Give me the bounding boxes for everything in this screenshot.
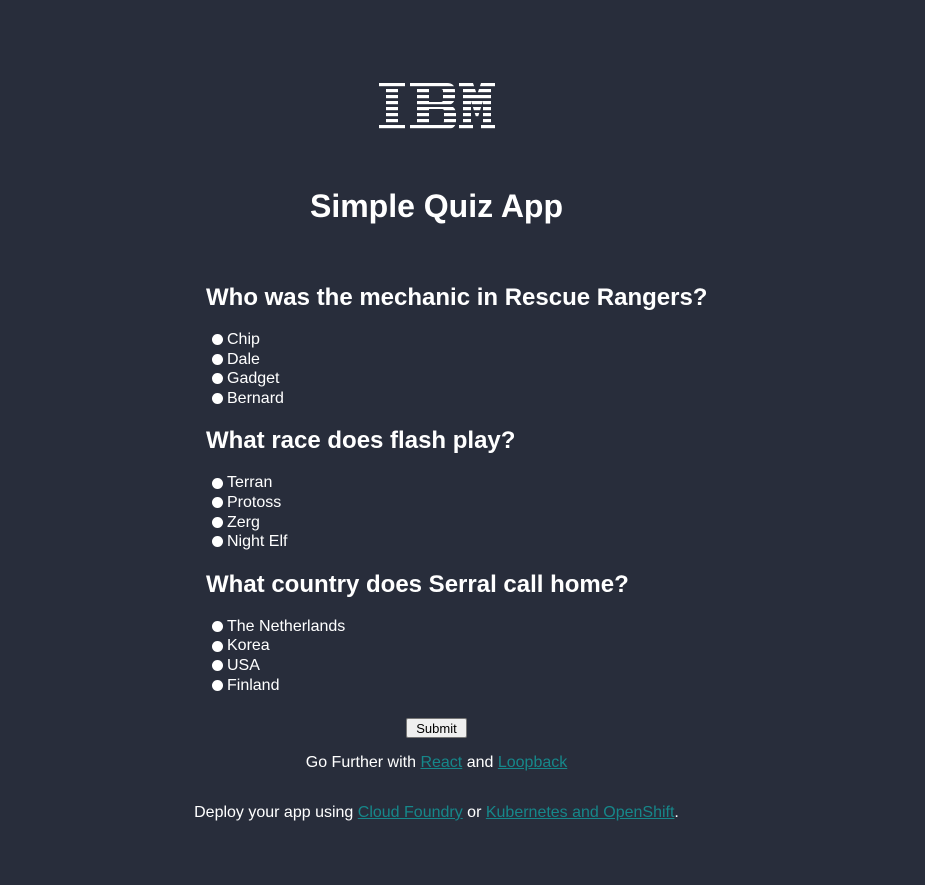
ibm-logo (379, 83, 495, 129)
option-dale[interactable]: Dale (212, 350, 806, 370)
radio-icon[interactable] (212, 621, 223, 633)
radio-icon[interactable] (212, 516, 223, 528)
footer-further-middle: and (462, 754, 498, 771)
radio-icon[interactable] (212, 679, 223, 691)
footer-line-deploy: Deploy your app using Cloud Foundry or K… (0, 803, 873, 823)
option-protoss[interactable]: Protoss (212, 493, 806, 513)
radio-icon[interactable] (212, 536, 223, 548)
quiz-page: Simple Quiz App Who was the mechanic in … (0, 0, 925, 885)
option-finland[interactable]: Finland (212, 676, 806, 696)
option-chip[interactable]: Chip (212, 330, 806, 350)
radio-icon[interactable] (212, 353, 223, 365)
footer-deploy-middle: or (462, 804, 486, 821)
option-label: Chip (227, 331, 260, 348)
page-title: Simple Quiz App (309, 188, 564, 224)
footer-further-prefix: Go Further with (305, 754, 421, 771)
cloud-foundry-link[interactable]: Cloud Foundry (358, 804, 463, 821)
footer-deploy-suffix: . (674, 804, 679, 821)
quiz-form: Who was the mechanic in Rescue Rangers? … (206, 282, 806, 712)
question-1: Who was the mechanic in Rescue Rangers? … (206, 282, 806, 408)
question-2-options: Terran Protoss Zerg Night Elf (206, 473, 806, 551)
option-label: USA (227, 656, 260, 674)
option-terran[interactable]: Terran (212, 473, 806, 493)
question-1-options: Chip Dale Gadget Bernard (206, 330, 806, 408)
radio-icon[interactable] (212, 497, 223, 509)
option-label: Gadget (227, 370, 280, 388)
option-label: Night Elf (227, 533, 288, 551)
radio-icon[interactable] (212, 660, 223, 672)
option-label: The Netherlands (227, 617, 346, 635)
option-bernard[interactable]: Bernard (212, 389, 806, 409)
option-label: Protoss (227, 493, 282, 511)
radio-icon[interactable] (212, 373, 223, 385)
option-label: Terran (227, 474, 273, 492)
kubernetes-openshift-link[interactable]: Kubernetes and OpenShift (486, 804, 675, 821)
footer-line-further: Go Further with React and Loopback (0, 753, 873, 773)
option-label: Bernard (227, 389, 284, 407)
footer-deploy-prefix: Deploy your app using (194, 804, 358, 821)
option-gadget[interactable]: Gadget (212, 369, 806, 389)
question-2-text: What race does flash play? (206, 427, 516, 455)
option-label: Dale (227, 350, 260, 368)
react-link[interactable]: React (420, 754, 462, 771)
radio-icon[interactable] (212, 640, 223, 652)
question-3-options: The Netherlands Korea USA Finland (206, 617, 806, 695)
radio-icon[interactable] (212, 393, 223, 405)
submit-button[interactable]: Submit (406, 718, 467, 738)
radio-icon[interactable] (212, 477, 223, 489)
option-zerg[interactable]: Zerg (212, 513, 806, 533)
question-1-text: Who was the mechanic in Rescue Rangers? (206, 284, 708, 311)
option-label: Korea (227, 637, 270, 655)
radio-icon[interactable] (212, 334, 223, 346)
option-usa[interactable]: USA (212, 656, 806, 676)
option-the-netherlands[interactable]: The Netherlands (212, 617, 806, 637)
question-3-text: What country does Serral call home? (206, 570, 629, 598)
option-label: Zerg (227, 513, 260, 531)
question-3: What country does Serral call home? The … (206, 569, 806, 695)
option-label: Finland (227, 676, 280, 694)
option-night-elf[interactable]: Night Elf (212, 532, 806, 552)
loopback-link[interactable]: Loopback (498, 754, 567, 771)
submit-container: Submit (0, 718, 873, 738)
question-2: What race does flash play? Terran Protos… (206, 425, 806, 551)
option-korea[interactable]: Korea (212, 636, 806, 656)
